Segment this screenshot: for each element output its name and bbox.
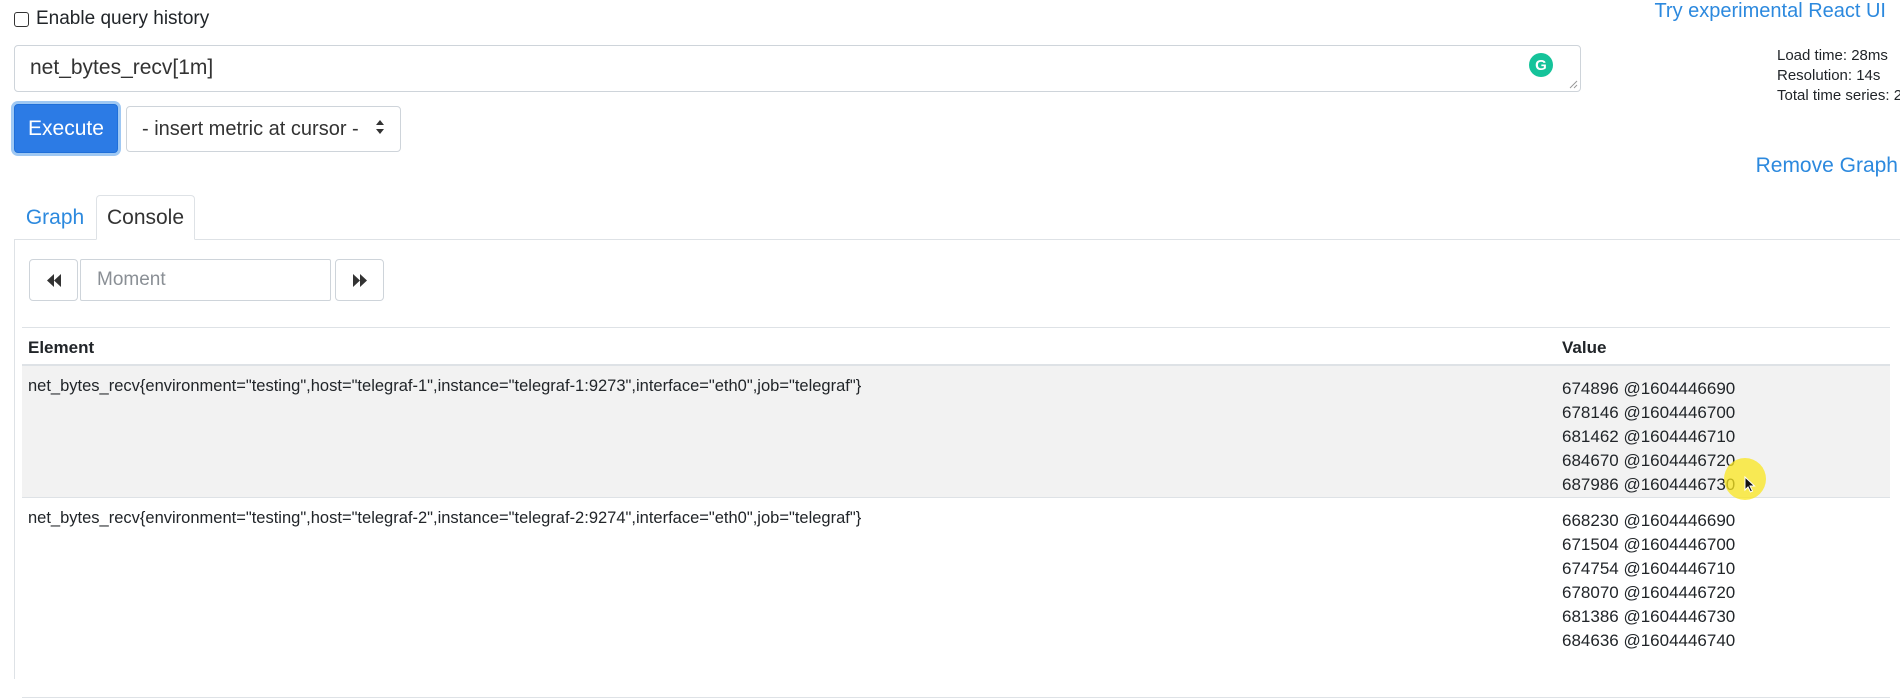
value-item: 671504 @1604446700: [1562, 535, 1736, 554]
fast-forward-icon: [352, 273, 367, 287]
value-item: 668230 @1604446690: [1562, 511, 1736, 530]
table-row: net_bytes_recv{environment="testing",hos…: [22, 366, 1890, 498]
query-stats: Load time: 28ms Resolution: 14s Total ti…: [1777, 46, 1900, 106]
expression-input[interactable]: net_bytes_recv[1m] G: [14, 45, 1581, 92]
element-label: net_bytes_recv{environment="testing",hos…: [28, 509, 862, 527]
value-item: 681462 @1604446710: [1562, 427, 1736, 446]
element-label: net_bytes_recv{environment="testing",hos…: [28, 377, 862, 395]
value-item: 684636 @1604446740: [1562, 631, 1736, 650]
table-row: net_bytes_recv{environment="testing",hos…: [22, 498, 1890, 698]
insert-metric-select[interactable]: - insert metric at cursor -: [126, 106, 401, 152]
resize-grip-icon[interactable]: [1569, 80, 1578, 89]
query-history-toggle[interactable]: Enable query history: [14, 8, 209, 30]
expression-text: net_bytes_recv[1m]: [30, 56, 214, 79]
query-history-checkbox[interactable]: [14, 11, 29, 27]
moment-back-button[interactable]: [29, 259, 78, 301]
moment-input[interactable]: Moment: [80, 259, 331, 301]
moment-forward-button[interactable]: [335, 259, 384, 301]
table-header: Element Value: [22, 327, 1890, 366]
value-list: 674896 @1604446690 678146 @1604446700 68…: [1562, 377, 1735, 497]
value-item: 684670 @1604446720: [1562, 451, 1736, 470]
value-list: 668230 @1604446690 671504 @1604446700 67…: [1562, 509, 1735, 653]
column-header-element: Element: [28, 338, 95, 357]
load-time: Load time: 28ms: [1777, 47, 1888, 64]
value-item: 678070 @1604446720: [1562, 583, 1736, 602]
try-react-ui-link[interactable]: Try experimental React UI: [1654, 0, 1886, 23]
mouse-pointer-icon: [1744, 476, 1756, 493]
resolution: Resolution: 14s: [1777, 67, 1881, 84]
insert-metric-label: - insert metric at cursor -: [142, 117, 359, 140]
column-header-value: Value: [1562, 338, 1607, 357]
value-item: 678146 @1604446700: [1562, 403, 1736, 422]
value-item: 674896 @1604446690: [1562, 379, 1736, 398]
execute-button[interactable]: Execute: [14, 104, 118, 153]
value-item: 681386 @1604446730: [1562, 607, 1736, 626]
fast-backward-icon: [46, 273, 61, 287]
sort-arrows-icon: [376, 120, 384, 134]
value-item: 687986 @1604446730: [1562, 475, 1736, 494]
total-time-series: Total time series: 2: [1777, 87, 1900, 104]
query-history-label: Enable query history: [36, 8, 210, 29]
tab-graph[interactable]: Graph: [14, 195, 96, 240]
remove-graph-link[interactable]: Remove Graph: [1756, 154, 1898, 178]
grammarly-icon[interactable]: G: [1529, 53, 1553, 77]
tab-console[interactable]: Console: [96, 195, 195, 240]
console-table: Element Value net_bytes_recv{environment…: [22, 327, 1890, 698]
value-item: 674754 @1604446710: [1562, 559, 1736, 578]
